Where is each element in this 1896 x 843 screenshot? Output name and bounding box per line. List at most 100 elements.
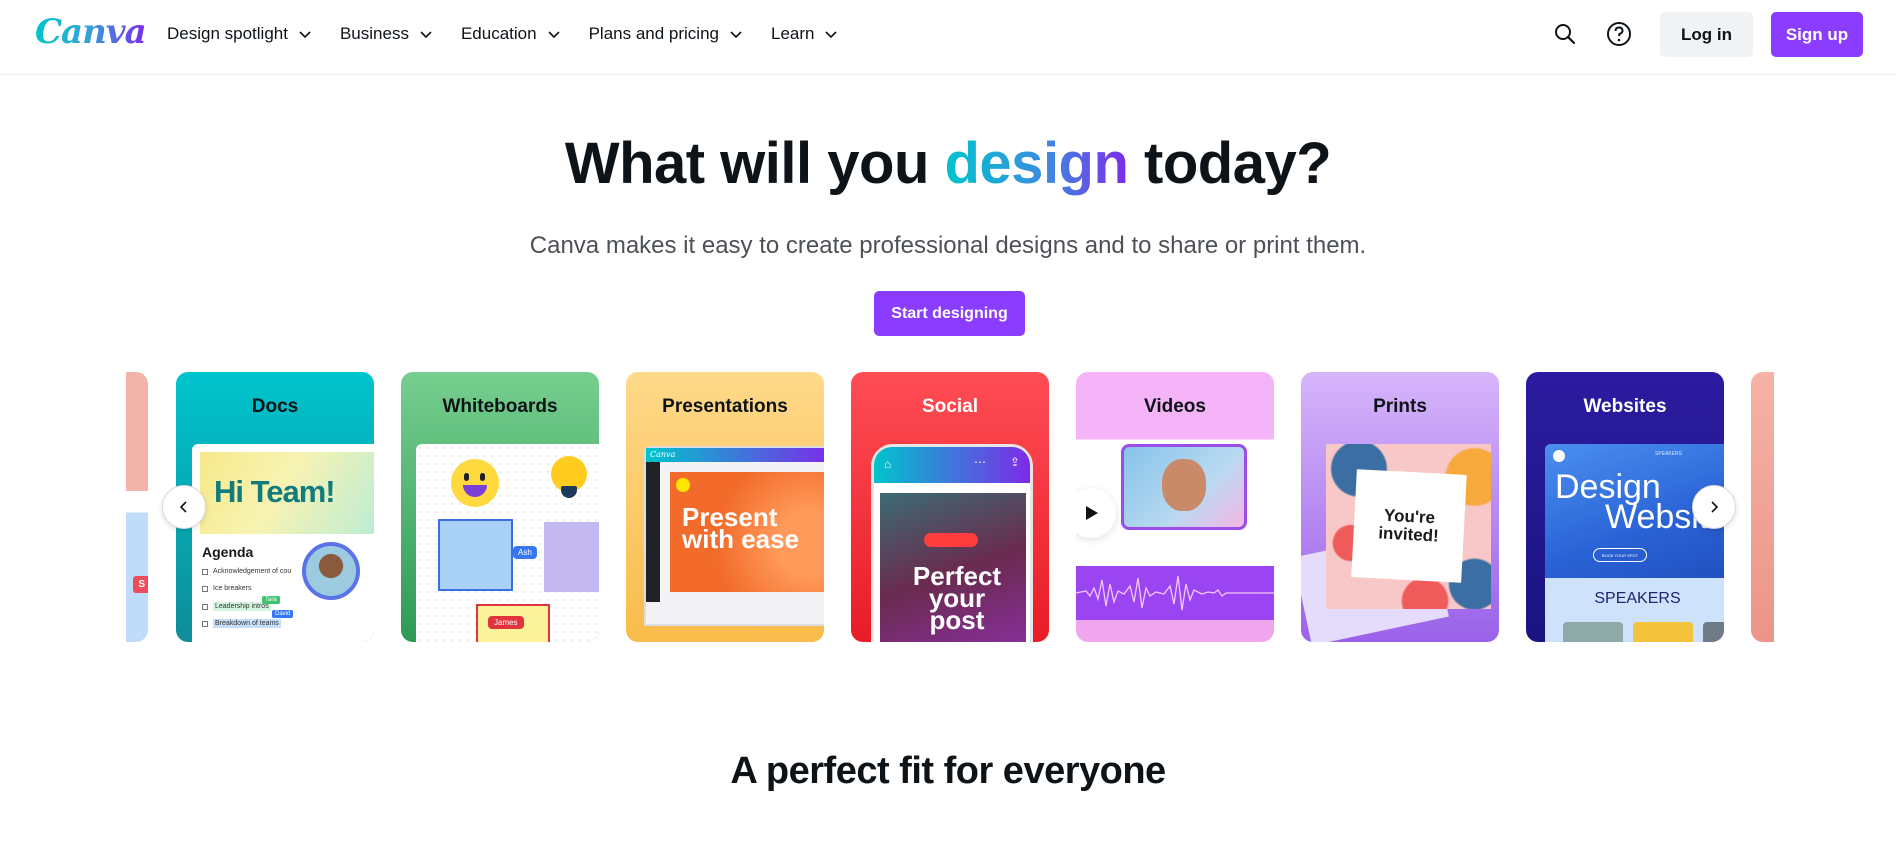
- waveform-graphic: [1076, 575, 1274, 611]
- carousel-next-button[interactable]: [1692, 485, 1736, 529]
- nav-label: Learn: [771, 24, 815, 43]
- lightbulb-sticker-icon: [551, 456, 587, 498]
- canva-logo[interactable]: Canva: [35, 12, 147, 52]
- nav-label: Business: [339, 24, 409, 43]
- docs-banner: Hi Team!: [200, 452, 374, 534]
- chevron-down-icon: [730, 31, 742, 39]
- help-button[interactable]: [1605, 20, 1633, 48]
- smiley-sticker-icon: [451, 459, 499, 507]
- hero-title-accent: design: [944, 131, 1129, 196]
- design-type-carousel: S Docs Hi Team! Agenda Acknowledgement o…: [126, 372, 1774, 642]
- carousel-card-social[interactable]: Social ⌂ ⋯ ⇪ Perfect your post: [851, 372, 1049, 642]
- speaker-photo: [1703, 622, 1724, 642]
- card-title: Social: [922, 396, 978, 417]
- social-post-image: Perfect your post: [880, 493, 1026, 642]
- card-title: Presentations: [662, 396, 788, 417]
- avatar-photo: [302, 542, 360, 600]
- nav-item-business[interactable]: Business: [340, 24, 433, 44]
- speakers-heading: SPEAKERS: [1594, 590, 1681, 607]
- nav-item-plans-and-pricing[interactable]: Plans and pricing: [589, 24, 743, 44]
- hero-title-start: What will you: [564, 131, 945, 196]
- share-icon: ⇪: [1009, 455, 1020, 469]
- play-icon: [1086, 506, 1098, 520]
- speaker-photo: [1563, 622, 1623, 642]
- chevron-right-icon: [1711, 501, 1719, 513]
- brand-badge-icon: [676, 478, 690, 492]
- chevron-down-icon: [420, 31, 432, 39]
- site-logo-icon: [1553, 450, 1565, 462]
- carousel-card-prints[interactable]: Prints You're invited!: [1301, 372, 1499, 642]
- sticky-note: [544, 522, 599, 592]
- agenda-title: Agenda: [202, 544, 254, 560]
- nav-label: Education: [460, 24, 537, 43]
- signup-button[interactable]: Sign up: [1771, 12, 1863, 57]
- more-icon: ⋯: [974, 455, 986, 469]
- chevron-left-icon: [179, 501, 187, 513]
- docs-headline: Hi Team!: [214, 474, 336, 509]
- docs-preview: Hi Team! Agenda Acknowledgement of cou I…: [192, 444, 374, 642]
- chevron-down-icon: [299, 31, 311, 39]
- collaborator-tag: Ash: [513, 546, 537, 559]
- hero-title-end: today?: [1128, 131, 1332, 196]
- sticky-note: [438, 519, 513, 591]
- video-thumbnail: [1121, 444, 1247, 530]
- card-title: Docs: [251, 396, 299, 417]
- nav-item-design-spotlight[interactable]: Design spotlight: [167, 24, 312, 44]
- sunglasses: [924, 533, 978, 547]
- carousel-card-videos[interactable]: Videos: [1076, 372, 1274, 642]
- phone-preview: ⌂ ⋯ ⇪ Perfect your post: [871, 444, 1033, 642]
- card-title: Whiteboards: [442, 396, 558, 417]
- home-icon: ⌂: [884, 457, 892, 471]
- start-designing-button[interactable]: Start designing: [874, 291, 1025, 336]
- collaborator-tag: James: [488, 616, 524, 629]
- collaborator-tag: Tara: [262, 596, 280, 604]
- sticky-note: James: [476, 604, 550, 642]
- carousel-card-whiteboards[interactable]: Whiteboards Ash James: [401, 372, 599, 642]
- agenda-item: Ice breakers: [202, 585, 252, 592]
- speaker-photo: [1633, 622, 1693, 642]
- laptop-preview: Canva Present with ease: [644, 446, 824, 626]
- chevron-down-icon: [825, 31, 838, 39]
- invitation-text: You're invited!: [1351, 469, 1467, 583]
- nav-item-education[interactable]: Education: [461, 24, 561, 44]
- face: [1162, 459, 1206, 511]
- website-preview: SPEAKERS Design Websit BOOK YOUR SPOT SP…: [1545, 444, 1724, 642]
- carousel-card-presentations[interactable]: Presentations Canva Present with ease: [626, 372, 824, 642]
- post-headline: Perfect your post: [912, 561, 1002, 635]
- top-navigation-bar: Canva Design spotlight Business Educatio…: [0, 0, 1896, 75]
- play-button[interactable]: [1076, 488, 1116, 538]
- search-icon: [1555, 24, 1576, 45]
- nav-item-learn[interactable]: Learn: [771, 24, 838, 44]
- badge: S: [133, 576, 148, 593]
- collaborator-tag: David: [272, 610, 294, 618]
- main-nav: Design spotlight Business Education Plan…: [167, 0, 866, 68]
- carousel-prev-button[interactable]: [162, 485, 206, 529]
- login-button[interactable]: Log in: [1660, 12, 1753, 57]
- section-title: A perfect fit for everyone: [730, 750, 1166, 792]
- whiteboard-preview: Ash James: [416, 444, 599, 642]
- hero-title: What will you design today?: [0, 130, 1896, 197]
- card-title: Videos: [1144, 396, 1206, 417]
- search-button[interactable]: [1551, 20, 1579, 48]
- invitation-card: You're invited!: [1326, 444, 1491, 609]
- phone-app-bar: ⌂ ⋯ ⇪: [874, 447, 1030, 483]
- nav-label: Plans and pricing: [588, 24, 719, 43]
- slide-headline: Present with ease: [682, 502, 800, 554]
- card-title: Prints: [1373, 396, 1427, 417]
- agenda-item: Leadership intros: [202, 602, 271, 611]
- card-title: Websites: [1583, 396, 1667, 417]
- app-bar: Canva: [646, 448, 824, 462]
- site-headline: Design Websit: [1555, 468, 1709, 536]
- audio-waveform: [1076, 566, 1274, 620]
- agenda-item: Breakdown of teams: [202, 619, 281, 628]
- agenda-item: Acknowledgement of cou: [202, 568, 291, 575]
- chevron-down-icon: [548, 31, 560, 39]
- help-circle-icon: [1607, 22, 1631, 46]
- nav-label: Design spotlight: [167, 24, 288, 43]
- slide-preview: Present with ease: [670, 472, 824, 592]
- site-nav-item: SPEAKERS: [1655, 451, 1682, 457]
- hero-subtitle: Canva makes it easy to create profession…: [529, 232, 1367, 259]
- carousel-card-partial-right[interactable]: [1751, 372, 1774, 642]
- book-your-spot-button: BOOK YOUR SPOT: [1593, 548, 1647, 562]
- carousel-card-partial-left[interactable]: S: [126, 372, 148, 642]
